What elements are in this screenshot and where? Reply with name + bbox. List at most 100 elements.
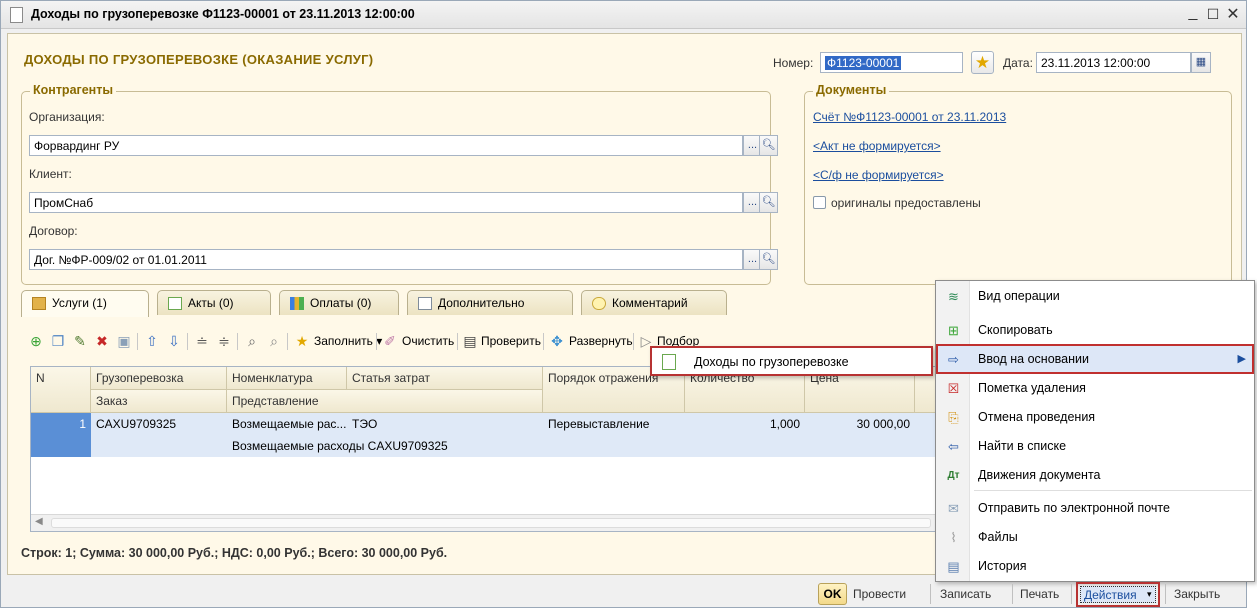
edit-icon[interactable]: ✎ <box>71 332 89 350</box>
counterparties-title: Контрагенты <box>30 83 117 97</box>
move-down-icon[interactable]: ⇩ <box>165 332 183 350</box>
cell-nomenclature[interactable]: Возмещаемые рас... <box>227 413 347 435</box>
summary-line: Строк: 1; Сумма: 30 000,00 Руб.; НДС: 0,… <box>21 546 448 560</box>
search-icon[interactable]: 🔍︎ <box>759 135 778 156</box>
tab-comment[interactable]: Комментарий <box>581 290 727 315</box>
organization-label: Организация: <box>29 110 105 124</box>
scroll-left-icon[interactable]: ◀ <box>35 516 43 527</box>
add-icon[interactable]: ⊕ <box>27 332 45 350</box>
expand-button[interactable]: Развернуть <box>569 334 633 348</box>
column-header-cargo[interactable]: Грузоперевозка <box>91 367 227 390</box>
column-header-cost-item[interactable]: Статья затрат <box>347 367 543 390</box>
horizontal-scrollbar[interactable]: ◀ <box>31 514 949 531</box>
actions-button[interactable]: Действия ▾ <box>1080 586 1156 603</box>
tab-label: Услуги (1) <box>52 296 107 310</box>
clear-button[interactable]: Очистить <box>402 334 454 348</box>
document-window: Доходы по грузоперевозке Ф1123-00001 от … <box>0 0 1255 608</box>
paperclip-icon: ⌇ <box>950 530 957 545</box>
close-window-button[interactable]: ✕ <box>1224 4 1242 24</box>
search-icon[interactable]: 🔍︎ <box>759 249 778 270</box>
submenu-arrow-icon: ▶ <box>1237 353 1246 365</box>
cell-cost-item[interactable]: ТЭО <box>347 413 543 435</box>
fill-star-icon[interactable]: ★ <box>293 332 311 350</box>
layers-icon: ≋ <box>948 289 959 304</box>
client-label: Клиент: <box>29 167 72 181</box>
cell-price[interactable]: 30 000,00 <box>805 413 915 435</box>
sort-asc-icon[interactable]: ≐ <box>193 332 211 350</box>
date-field[interactable]: 23.11.2013 12:00:00 <box>1036 52 1191 73</box>
table-icon <box>32 297 46 310</box>
act-link[interactable]: <Акт не формируется> <box>813 139 941 153</box>
cell-quantity[interactable]: 1,000 <box>685 413 805 435</box>
services-table[interactable]: N Грузоперевозка Номенклатура Статья зат… <box>30 366 950 532</box>
star-icon[interactable]: ★ <box>971 51 994 74</box>
page-title: ДОХОДЫ ПО ГРУЗОПЕРЕВОЗКЕ (ОКАЗАНИЕ УСЛУГ… <box>24 52 374 67</box>
originals-checkbox[interactable] <box>813 196 826 209</box>
contract-field[interactable]: Дог. №ФР-009/02 от 01.01.2011 <box>29 249 743 270</box>
originals-label: оригиналы предоставлены <box>831 196 981 210</box>
tab-services[interactable]: Услуги (1) <box>21 290 149 317</box>
search-icon[interactable]: 🔍︎ <box>759 192 778 213</box>
delete-mark-icon: ☒ <box>947 381 960 396</box>
check-button[interactable]: Проверить <box>481 334 541 348</box>
number-field[interactable]: Ф1123-00001 <box>820 52 963 73</box>
fill-button[interactable]: Заполнить ▾ <box>314 334 382 348</box>
post-button[interactable]: Провести <box>853 587 906 601</box>
delete-icon[interactable]: ✖ <box>93 332 111 350</box>
column-header-representation[interactable]: Представление <box>227 390 543 413</box>
document-icon <box>168 297 182 310</box>
contract-label: Договор: <box>29 224 78 238</box>
scroll-thumb[interactable] <box>51 518 931 528</box>
documents-title: Документы <box>813 83 890 97</box>
speech-bubble-icon <box>592 297 606 310</box>
menu-item-files[interactable]: ⌇ Файлы <box>936 523 1254 552</box>
tab-label: Акты (0) <box>188 296 234 310</box>
column-header-nomenclature[interactable]: Номенклатура <box>227 367 347 390</box>
organization-field[interactable]: Форвардинг РУ <box>29 135 743 156</box>
print-button[interactable]: Печать <box>1020 587 1059 601</box>
window-title: Доходы по грузоперевозке Ф1123-00001 от … <box>31 7 415 21</box>
submenu-item-cargo-income[interactable]: Доходы по грузоперевозке <box>694 355 849 369</box>
expand-icon: ✥ <box>551 333 563 349</box>
menu-item-send-email[interactable]: ✉ Отправить по электронной почте <box>936 494 1254 523</box>
copy-row-icon[interactable]: ❐ <box>49 332 67 350</box>
document-icon <box>10 7 23 23</box>
menu-item-document-movements[interactable]: Дт Движения документа <box>936 461 1254 490</box>
move-up-icon[interactable]: ⇧ <box>143 332 161 350</box>
menu-item-cancel-posting[interactable]: ⎘ Отмена проведения <box>936 403 1254 432</box>
client-field[interactable]: ПромСнаб <box>29 192 743 213</box>
eraser-icon: ✐ <box>384 333 396 349</box>
cell-reflection[interactable]: Перевыставление <box>543 413 685 435</box>
bar-chart-icon <box>290 297 304 310</box>
tab-acts[interactable]: Акты (0) <box>157 290 271 315</box>
column-header-order[interactable]: Заказ <box>91 390 227 413</box>
actions-button-frame: Действия ▾ <box>1076 582 1160 607</box>
menu-item-delete-mark[interactable]: ☒ Пометка удаления <box>936 374 1254 403</box>
maximize-button[interactable]: ☐ <box>1204 6 1222 23</box>
history-icon: ▤ <box>947 559 960 574</box>
ok-button[interactable]: OK <box>818 583 847 605</box>
menu-item-find-in-list[interactable]: ⇦ Найти в списке <box>936 432 1254 461</box>
tab-payments[interactable]: Оплаты (0) <box>279 290 399 315</box>
minimize-button[interactable]: _ <box>1184 4 1202 22</box>
menu-item-copy[interactable]: ⊞ Скопировать <box>936 316 1254 345</box>
save-button[interactable]: Записать <box>940 587 991 601</box>
cancel-search-icon[interactable]: ⌕ <box>265 332 283 350</box>
menu-item-history[interactable]: ▤ История <box>936 552 1254 581</box>
sort-desc-icon[interactable]: ≑ <box>215 332 233 350</box>
invoice-link[interactable]: Счёт №Ф1123-00001 от 23.11.2013 <box>813 110 1006 124</box>
invoice-sf-link[interactable]: <С/ф не формируется> <box>813 168 944 182</box>
menu-item-operation-type[interactable]: ≋ Вид операции <box>936 282 1254 311</box>
menu-item-enter-based[interactable]: ⇨ Ввод на основании ▶ <box>936 344 1254 374</box>
cell-representation[interactable]: Возмещаемые расходы CAXU9709325 <box>227 435 543 457</box>
tab-strip: Услуги (1) Акты (0) Оплаты (0) Дополните… <box>21 290 1021 317</box>
table-row[interactable]: 1 CAXU9709325 Возмещаемые рас... ТЭО Пер… <box>31 413 949 457</box>
column-header-n[interactable]: N <box>31 367 91 413</box>
tab-additional[interactable]: Дополнительно <box>407 290 573 315</box>
close-button[interactable]: Закрыть <box>1174 587 1220 601</box>
save-row-icon[interactable]: ▣ <box>115 332 133 350</box>
calendar-icon[interactable]: ▦ <box>1191 52 1211 73</box>
cell-cargo[interactable]: CAXU9709325 <box>91 413 227 435</box>
copy-icon: ⊞ <box>948 323 959 338</box>
find-icon[interactable]: ⌕ <box>243 332 261 350</box>
